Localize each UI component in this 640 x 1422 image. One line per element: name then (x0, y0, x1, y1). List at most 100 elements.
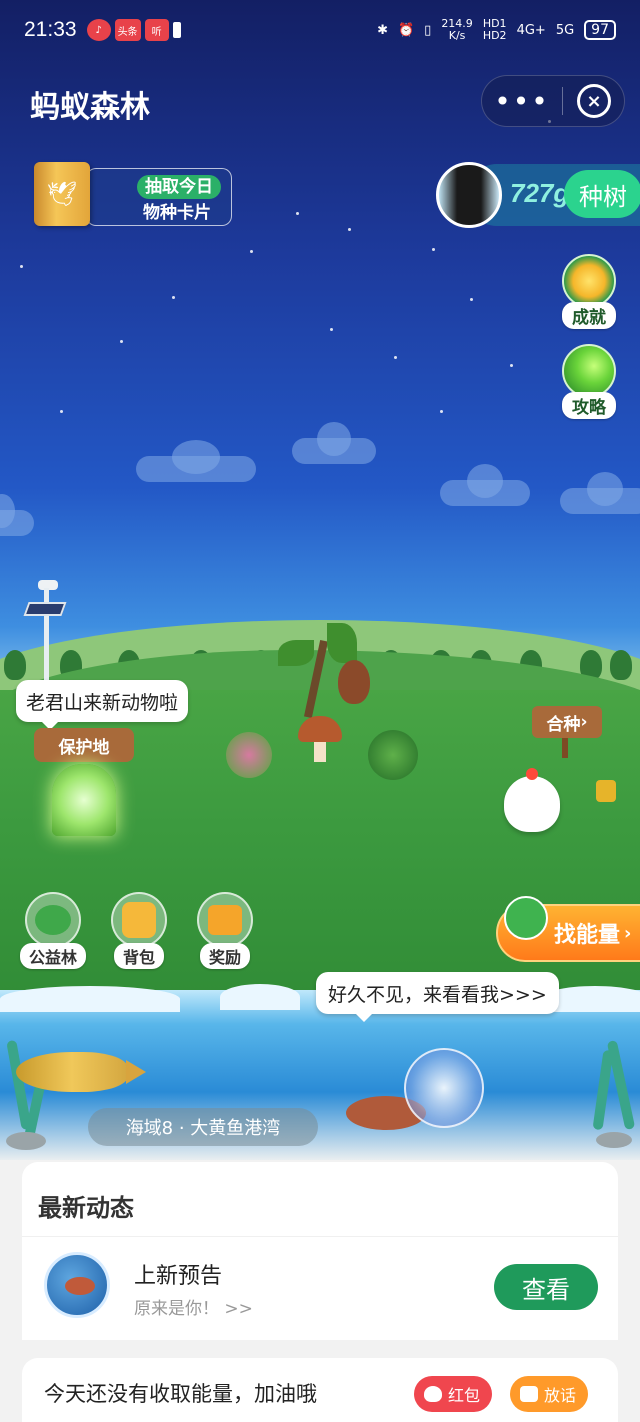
star (20, 265, 23, 268)
sea-message-bubble[interactable]: 好久不见，来看看我>>> (316, 972, 559, 1022)
reward-button[interactable]: 奖励 (188, 892, 262, 969)
energy-tree-icon (504, 896, 548, 940)
rock (6, 1132, 46, 1150)
status-bar: 21:33 ♪ 头条 听 ✱ ⏰ ▯ 214.9 K/s HD1 HD2 4G+ 5… (0, 0, 640, 60)
miniapp-capsule: ••• × (481, 75, 625, 127)
reserve-sign: 保护地 (34, 728, 134, 762)
listen-icon: 听 (144, 19, 169, 41)
reward-label: 奖励 (199, 943, 250, 969)
wave (0, 986, 180, 1012)
star (394, 356, 397, 359)
backpack-button[interactable]: 背包 (102, 892, 176, 969)
flower-bush (226, 732, 272, 778)
species-card-line2: 物种卡片 (143, 203, 211, 223)
clock: 21:33 (24, 18, 77, 41)
cloud (560, 472, 640, 514)
find-energy-label: 找能量 (554, 923, 621, 948)
new-animal-bubble[interactable]: 老君山来新动物啦 (16, 680, 189, 730)
species-card-label: 抽取今日 物种卡片 (86, 168, 232, 226)
cloud (292, 422, 376, 464)
chick-mascot[interactable] (504, 768, 560, 832)
user-avatar[interactable] (436, 162, 502, 228)
signal-5g: 5G (555, 22, 575, 38)
alarm-icon: ⏰ (397, 22, 415, 38)
vibrate-icon: ▯ (424, 22, 432, 38)
net-speed: 214.9 K/s (441, 17, 473, 42)
plastic-bag-bubble-icon[interactable] (404, 1048, 484, 1128)
star (60, 410, 63, 413)
speech-bubble-icon (520, 1386, 538, 1402)
capsule-divider (562, 87, 563, 115)
green-orb-icon (562, 344, 616, 398)
star (348, 228, 351, 231)
toutiao-icon: 头条 (114, 19, 141, 41)
reserve-gate[interactable]: 保护地 (34, 728, 134, 838)
more-button[interactable]: ••• (482, 85, 562, 118)
energy-amount: 727g (510, 178, 570, 208)
red-packet-label: 红包 (448, 1386, 481, 1405)
red-packet-button[interactable]: 红包 (414, 1376, 493, 1412)
co-plant-label: 合种 (546, 714, 581, 735)
star (470, 298, 473, 301)
feed-item-subtitle: 原来是你！ >> (134, 1299, 253, 1319)
guide-label: 攻略 (562, 392, 616, 419)
glowing-portal-icon (52, 764, 116, 836)
guide-button[interactable]: 攻略 (555, 344, 623, 419)
star (510, 364, 513, 367)
battery-indicator-icon (172, 22, 181, 38)
rock (596, 1132, 632, 1148)
chat-button[interactable]: 放话 (510, 1376, 589, 1412)
view-button[interactable]: 查看 (494, 1264, 598, 1310)
yellow-croaker-fish[interactable] (16, 1052, 146, 1092)
signal-4g: 4G+ (516, 22, 546, 38)
species-card-button[interactable]: 抽取今日 物种卡片 🕊 (34, 162, 232, 228)
public-forest-button[interactable]: 公益林 (16, 892, 90, 969)
star (432, 248, 435, 251)
species-card-line1: 抽取今日 (137, 175, 221, 199)
flower-pot (596, 780, 616, 802)
leaf (278, 640, 314, 666)
chevron-right-icon: › (624, 922, 632, 944)
netease-music-icon: ♪ (86, 19, 111, 41)
plant-tree-button[interactable]: 种树 (564, 170, 640, 218)
tree-icon (25, 892, 81, 948)
star (440, 410, 443, 413)
chat-label: 放话 (544, 1386, 577, 1405)
feed-title: 最新动态 (38, 1194, 134, 1222)
cloud (0, 494, 34, 536)
public-forest-label: 公益林 (19, 943, 86, 969)
card-book-icon: 🕊 (34, 162, 90, 226)
find-energy-button[interactable]: 找能量 › (496, 896, 640, 962)
cloud (136, 440, 256, 482)
achievement-button[interactable]: 成就 (555, 254, 623, 329)
star (172, 296, 175, 299)
solar-panel-icon (23, 602, 67, 616)
hd-indicator: HD1 HD2 (482, 17, 507, 42)
sea-area-label[interactable]: 海域8 · 大黄鱼港湾 (88, 1108, 318, 1146)
backpack-label: 背包 (113, 943, 164, 969)
chevron-right-icon: › (580, 712, 588, 732)
star (250, 250, 253, 253)
energy-status-message: 今天还没有收取能量，加油哦 (44, 1382, 317, 1406)
leaf (327, 623, 357, 663)
heart-icon (424, 1386, 442, 1402)
shrub (368, 730, 418, 780)
star (296, 212, 299, 215)
crab-avatar (44, 1252, 110, 1318)
close-button[interactable]: × (577, 84, 611, 118)
feed-item-title: 上新预告 (134, 1264, 223, 1289)
co-plant-signpost[interactable]: 合种 › (532, 706, 602, 758)
pinecone (338, 660, 370, 704)
page-title: 蚂蚁森林 (30, 90, 150, 125)
wave (220, 984, 300, 1010)
gift-box-icon (197, 892, 253, 948)
achievement-label: 成就 (562, 302, 616, 329)
backpack-icon (111, 892, 167, 948)
sprout-medal-icon (562, 254, 616, 308)
bluetooth-icon: ✱ (377, 22, 388, 38)
star (120, 340, 123, 343)
cloud (440, 464, 530, 506)
battery: 97 (584, 20, 616, 40)
energy-panel: 727g 种树 (436, 162, 640, 228)
status-icons: ✱ ⏰ ▯ 214.9 K/s HD1 HD2 4G+ 5G 97 (377, 18, 616, 42)
